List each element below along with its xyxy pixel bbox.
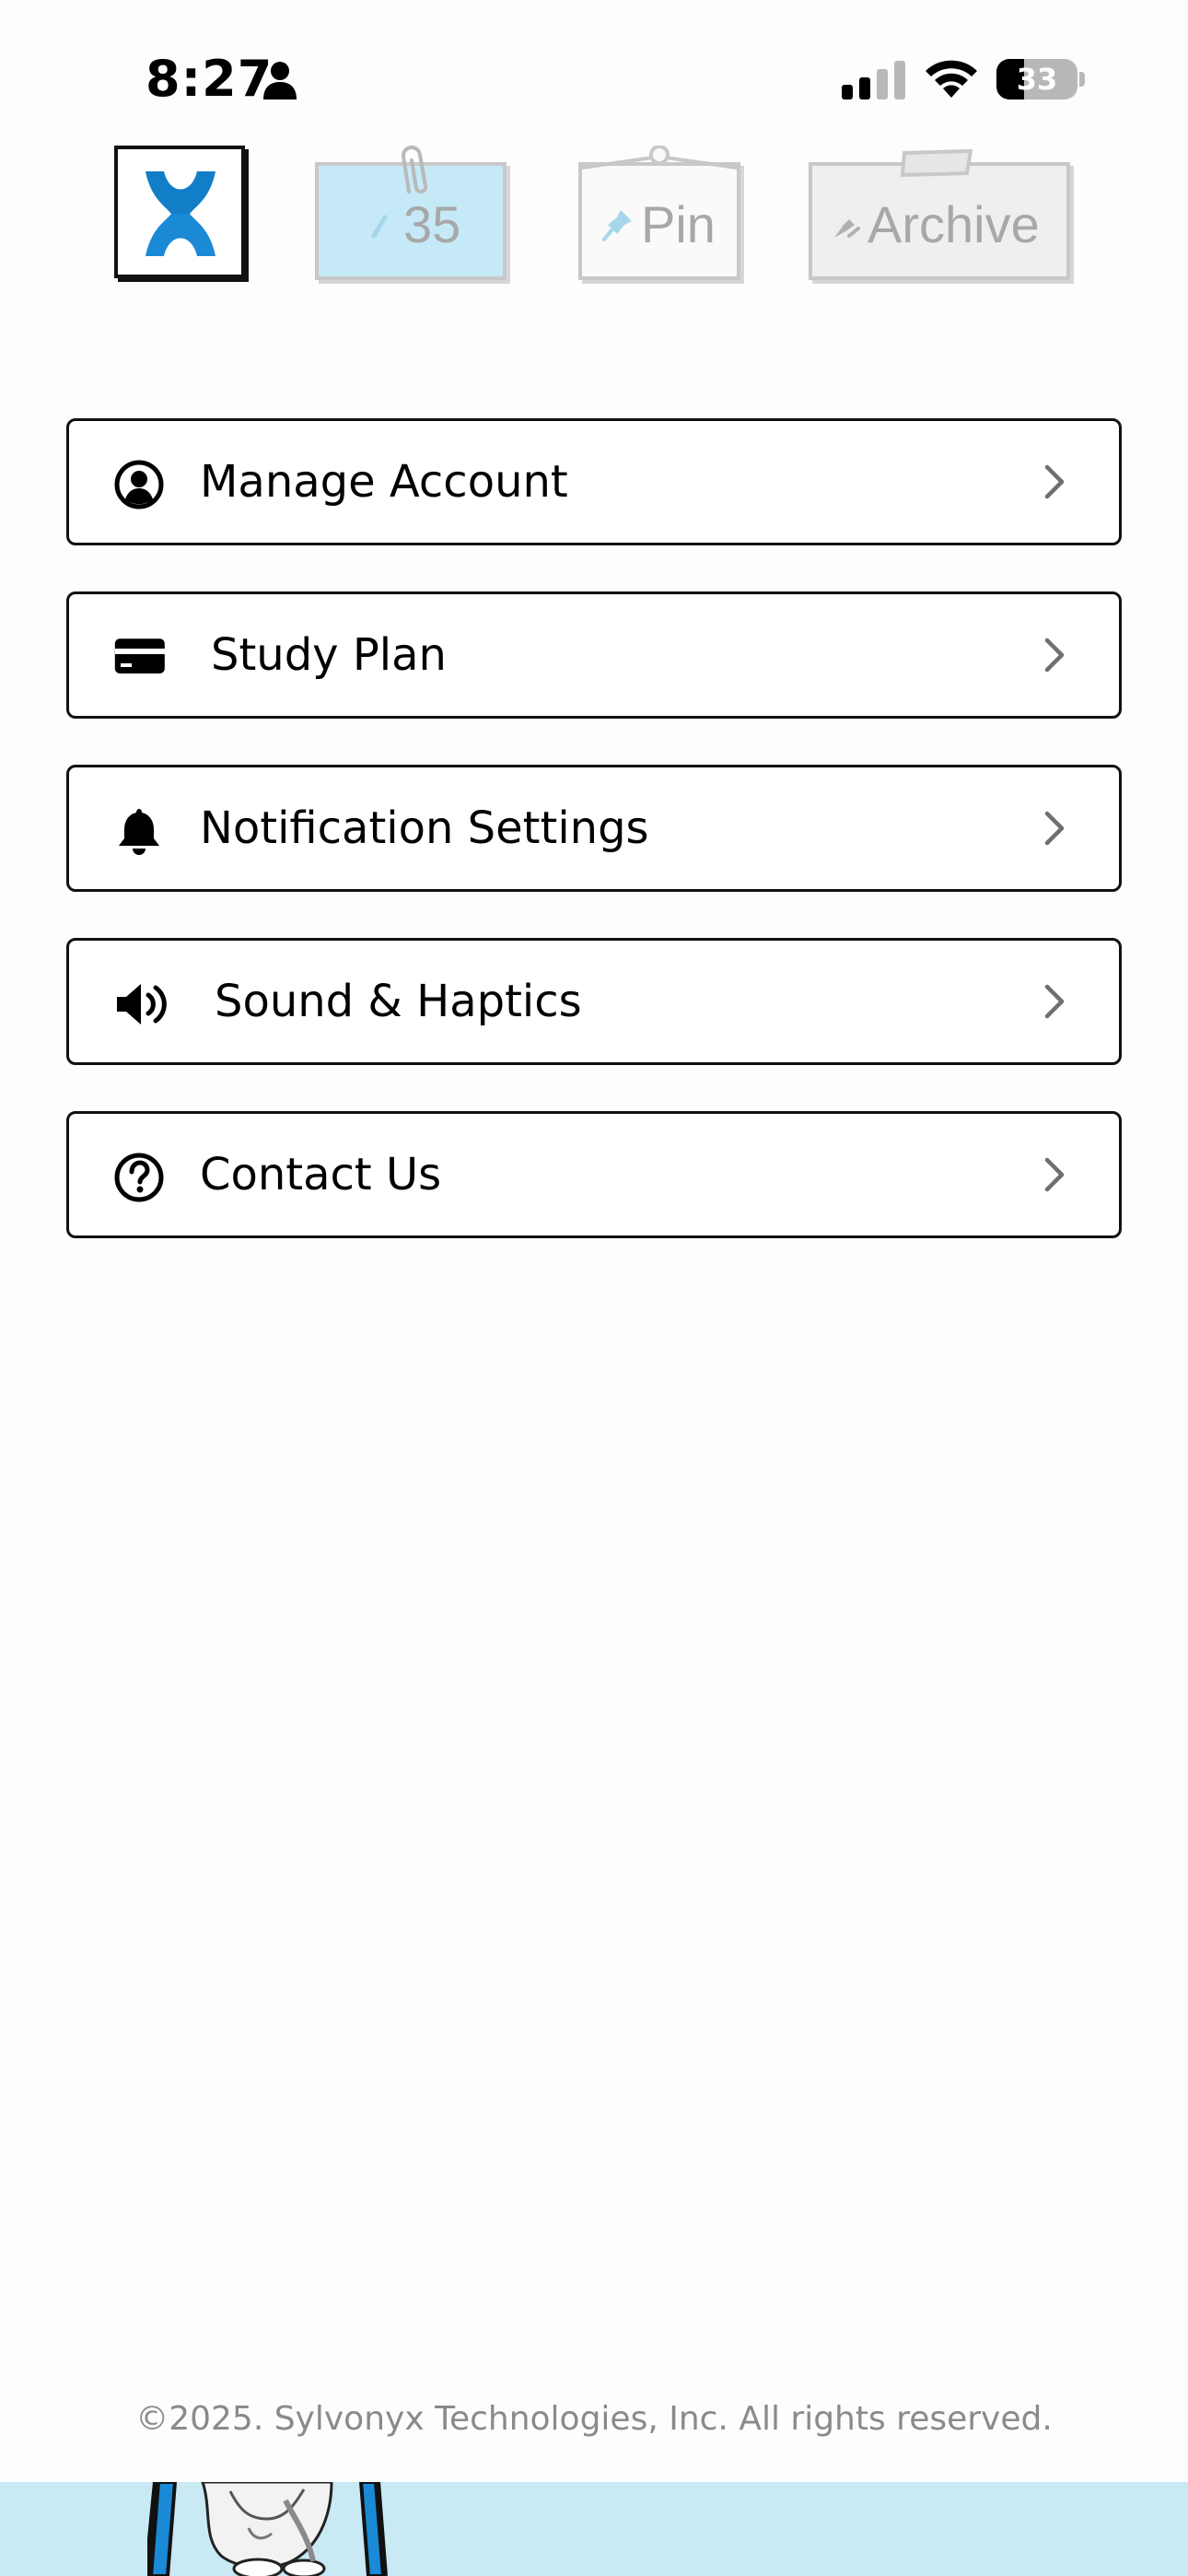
tab-archive[interactable]: Archive [809, 148, 1070, 280]
menu-item-label: Contact Us [200, 1149, 442, 1200]
chevron-right-icon [1044, 1157, 1065, 1192]
archive-icon [834, 219, 860, 238]
menu-item-study-plan[interactable]: Study Plan [66, 591, 1122, 719]
paperclip-small-icon [371, 215, 388, 239]
cellular-signal-icon [842, 61, 905, 100]
paperclip-icon [401, 146, 428, 194]
speaker-icon [117, 984, 167, 1025]
menu-item-notification-settings[interactable]: Notification Settings [66, 765, 1122, 892]
tab-pin[interactable]: Pin [578, 146, 740, 280]
menu-item-label: Sound & Haptics [215, 976, 582, 1027]
chevron-right-icon [1044, 638, 1065, 673]
question-circle-icon [114, 1153, 164, 1202]
pushpin-icon [602, 210, 632, 241]
bottom-banner [0, 2482, 1188, 2576]
battery-indicator: 33 [996, 59, 1085, 100]
tab-notes-count[interactable]: 35 [315, 146, 507, 280]
tape-icon [901, 148, 973, 178]
mascot-illustration [147, 2482, 388, 2576]
person-icon [263, 62, 297, 100]
chevron-right-icon [1044, 984, 1065, 1019]
battery-level: 33 [1016, 62, 1058, 97]
tab-pin-label: Pin [641, 195, 716, 253]
chevron-right-icon [1044, 811, 1065, 846]
menu-item-label: Study Plan [211, 629, 447, 681]
chevron-right-icon [1044, 464, 1065, 499]
menu-item-label: Manage Account [200, 456, 568, 508]
status-time: 8:27 [146, 50, 274, 108]
menu-item-contact-us[interactable]: Contact Us [66, 1111, 1122, 1238]
tab-count-label: 35 [403, 195, 461, 253]
credit-card-icon [114, 638, 165, 673]
hanger-icon [581, 146, 738, 170]
app-logo-icon [146, 171, 215, 256]
status-bar: 8:27 33 [0, 0, 1188, 147]
bell-icon [119, 809, 159, 855]
menu-item-manage-account[interactable]: Manage Account [66, 418, 1122, 545]
wifi-icon [926, 60, 977, 98]
copyright-text: ©2025. Sylvonyx Technologies, Inc. All r… [135, 2400, 1053, 2438]
menu-item-label: Notification Settings [200, 802, 649, 854]
user-circle-icon [114, 460, 164, 509]
app-logo-tab[interactable] [114, 146, 245, 278]
tab-archive-label: Archive [868, 195, 1040, 253]
menu-item-sound-haptics[interactable]: Sound & Haptics [66, 938, 1122, 1065]
